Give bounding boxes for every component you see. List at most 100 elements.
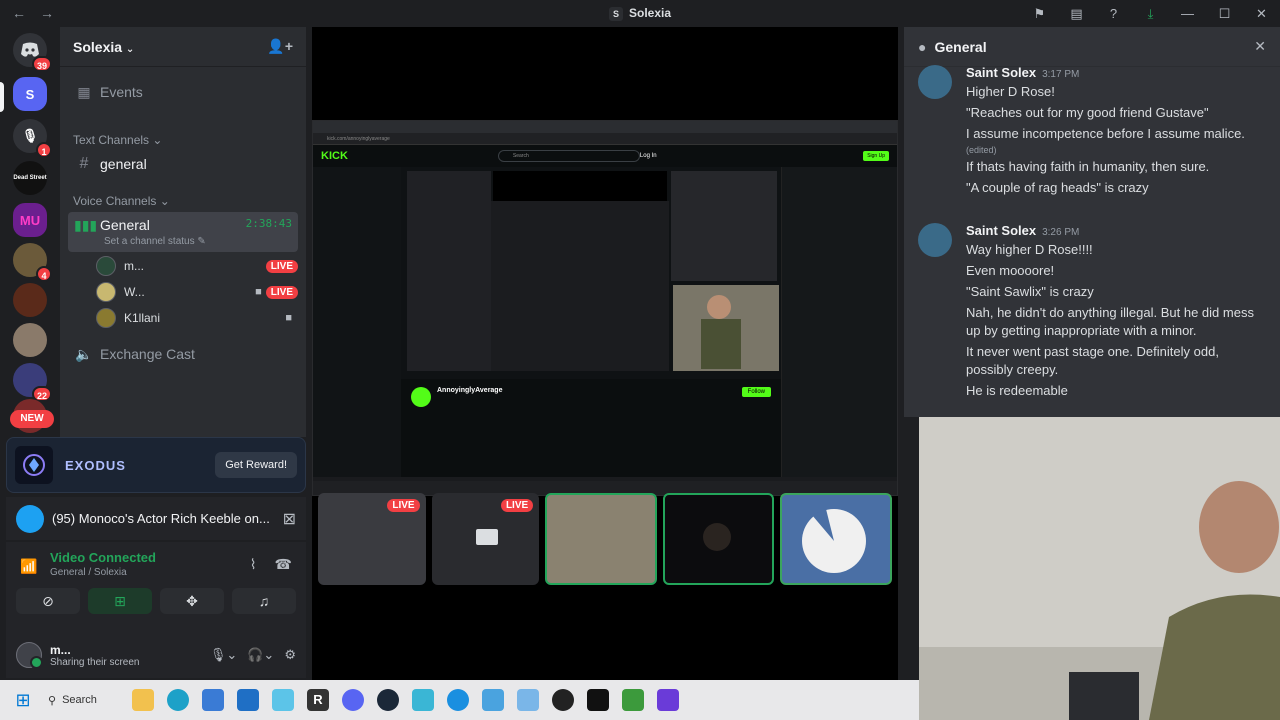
- server-solexia[interactable]: S: [13, 77, 47, 111]
- voice-user-3[interactable]: K1llani ■: [96, 305, 298, 331]
- message-line: "A couple of rag heads" is crazy: [966, 180, 1149, 195]
- headphones-icon[interactable]: 🎧⌄: [247, 647, 274, 663]
- message-author[interactable]: Saint Solex: [966, 65, 1036, 80]
- live-badge: LIVE: [265, 259, 298, 273]
- camera-thumb-3[interactable]: [780, 493, 892, 585]
- message-author[interactable]: Saint Solex: [966, 223, 1036, 238]
- snipping-tool-icon[interactable]: [517, 689, 539, 711]
- hash-icon: #: [79, 155, 89, 172]
- signal-icon[interactable]: 📶: [20, 558, 37, 575]
- camera-icon: ■: [285, 312, 292, 324]
- get-reward-button[interactable]: Get Reward!: [215, 452, 297, 478]
- set-channel-status[interactable]: Set a channel status ✎: [104, 236, 206, 247]
- events-item[interactable]: ▦ Events: [68, 79, 298, 105]
- app-icon[interactable]: [657, 689, 679, 711]
- store-icon[interactable]: [202, 689, 224, 711]
- app-icon[interactable]: [272, 689, 294, 711]
- activity-panel[interactable]: (95) Monoco's Actor Rich Keeble on... ⊠: [6, 497, 306, 541]
- stream-stage[interactable]: kick.com/annoyinglyaverage KICK Search L…: [312, 27, 898, 680]
- server-6[interactable]: [13, 283, 47, 317]
- xbox-icon[interactable]: [622, 689, 644, 711]
- voice-connection-panel: 📶 Video Connected General / Solexia ⌇ ☎ …: [6, 542, 306, 632]
- direct-messages-button[interactable]: 39: [13, 33, 52, 72]
- browser-tabs: [313, 121, 897, 133]
- message-line: Even moooore!: [966, 263, 1055, 278]
- username[interactable]: m...: [50, 643, 140, 657]
- browser-icon: [16, 504, 44, 533]
- taskbar-search[interactable]: ⚲ Search: [48, 686, 118, 714]
- stream-thumb-2[interactable]: LIVE: [431, 493, 540, 585]
- server-dead-street[interactable]: Dead Street: [13, 161, 47, 195]
- camera-app-icon[interactable]: [587, 689, 609, 711]
- microphone-icon[interactable]: 🎙⌄: [210, 647, 237, 663]
- stream-thumb-1[interactable]: LIVE: [318, 493, 426, 585]
- maximize-icon[interactable]: ☐: [1206, 6, 1243, 22]
- help-icon[interactable]: ?: [1095, 6, 1132, 21]
- user-panel: m... Sharing their screen 🎙⌄ 🎧⌄ ⚙: [6, 632, 306, 678]
- message-group-1: Saint Solex 3:17 PM Higher D Rose! "Reach…: [918, 65, 1268, 197]
- voice-channel-general[interactable]: ▮▮▮ General 2:38:43 Set a channel status…: [68, 212, 298, 252]
- user-status: Sharing their screen: [50, 656, 140, 668]
- server-5[interactable]: 4: [13, 243, 52, 282]
- window-controls: ⚑ ▤ ? ⤓ — ☐ ✕: [1021, 0, 1280, 27]
- message-line: I assume incompetence before I assume ma…: [966, 126, 1245, 141]
- soundboard-button[interactable]: ♫: [232, 588, 296, 614]
- channel-general[interactable]: # general: [68, 151, 298, 177]
- app-icon[interactable]: [412, 689, 434, 711]
- close-window-icon[interactable]: ✕: [1243, 6, 1280, 22]
- exodus-promo: EXODUS Get Reward!: [6, 437, 306, 493]
- message-line: "Saint Sawlix" is crazy: [966, 284, 1094, 299]
- voice-user-2[interactable]: W... ■ LIVE: [96, 279, 298, 305]
- server-7[interactable]: [13, 323, 47, 357]
- download-icon[interactable]: ⤓: [1132, 6, 1169, 22]
- avatar[interactable]: [16, 642, 43, 669]
- disconnect-icon[interactable]: ☎: [275, 556, 292, 573]
- noise-suppression-icon[interactable]: ⌇: [250, 556, 257, 573]
- discord-taskbar-icon[interactable]: [342, 689, 364, 711]
- camera-off-button[interactable]: ⊘: [16, 588, 80, 614]
- server-8[interactable]: 22: [13, 363, 52, 402]
- message-line: If thats having faith in humanity, then …: [966, 159, 1210, 174]
- settings-gear-icon[interactable]: ⚙: [284, 647, 296, 663]
- steam-icon[interactable]: [377, 689, 399, 711]
- shared-screen[interactable]: kick.com/annoyinglyaverage KICK Search L…: [312, 120, 898, 496]
- message-line: "Reaches out for my good friend Gustave": [966, 105, 1209, 120]
- close-activity-icon[interactable]: ⊠: [283, 509, 296, 529]
- server-mic[interactable]: 🎙 1: [13, 119, 52, 158]
- live-badge: LIVE: [265, 285, 298, 299]
- file-explorer-icon[interactable]: [132, 689, 154, 711]
- avatar: [96, 282, 116, 302]
- voice-user-1[interactable]: m... LIVE: [96, 253, 298, 279]
- camera-thumb-1[interactable]: [545, 493, 657, 585]
- screen-share-button[interactable]: ⊞: [88, 588, 152, 614]
- r-app-icon[interactable]: R: [307, 689, 329, 711]
- obs-icon[interactable]: [552, 689, 574, 711]
- minimize-icon[interactable]: —: [1169, 6, 1206, 21]
- app-icon[interactable]: [447, 689, 469, 711]
- server-name: Solexia: [73, 38, 123, 55]
- camera-icon: ■: [255, 286, 262, 298]
- camera-thumb-2[interactable]: [662, 493, 775, 585]
- outlook-icon[interactable]: [237, 689, 259, 711]
- chat-bubble-icon: ●: [918, 38, 927, 55]
- inbox-icon[interactable]: ▤: [1058, 6, 1095, 22]
- avatar[interactable]: [918, 65, 952, 99]
- exodus-logo-icon: [15, 446, 53, 484]
- inbox-flag-icon[interactable]: ⚑: [1021, 6, 1058, 22]
- channel-exchange-cast[interactable]: 🔈 Exchange Cast: [68, 341, 298, 367]
- kick-signup: Sign Up: [863, 151, 889, 161]
- activities-button[interactable]: ✥: [160, 588, 224, 614]
- add-member-icon[interactable]: 👤+: [267, 38, 293, 55]
- close-chat-icon[interactable]: ✕: [1254, 38, 1266, 55]
- message-line: It never went past stage one. Definitely…: [966, 344, 1219, 377]
- edge-icon[interactable]: [167, 689, 189, 711]
- voice-channels-category[interactable]: Voice Channels ⌄: [73, 194, 170, 208]
- server-header[interactable]: Solexia ⌄ 👤+: [60, 27, 306, 67]
- new-servers-badge[interactable]: NEW: [10, 410, 54, 428]
- search-icon: ⚲: [48, 694, 57, 707]
- text-channels-category[interactable]: Text Channels ⌄: [73, 133, 162, 147]
- notepad-icon[interactable]: [482, 689, 504, 711]
- server-mu[interactable]: MU: [13, 203, 47, 237]
- windows-start-icon[interactable]: ⊞: [12, 689, 34, 711]
- avatar[interactable]: [918, 223, 952, 257]
